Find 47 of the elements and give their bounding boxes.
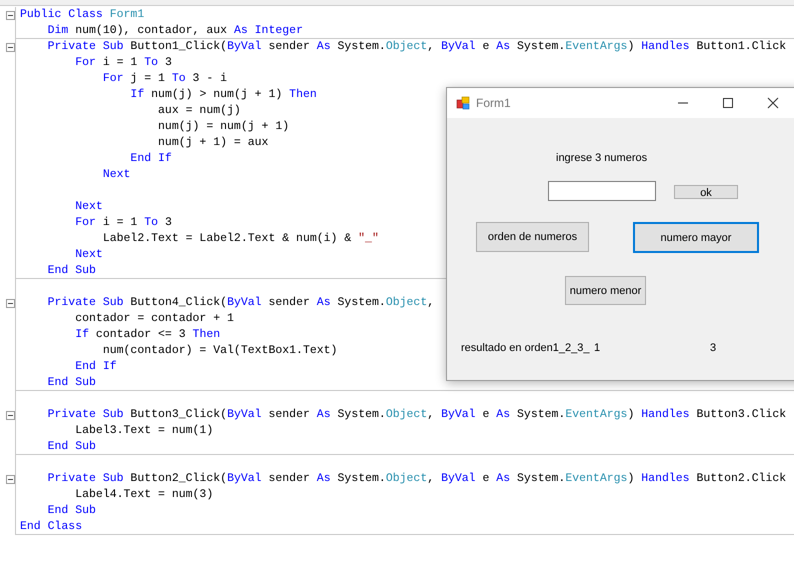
code-line: Public Class Form1 (19, 7, 144, 23)
code-line: Private Sub Button2_Click(ByVal sender As System.Object, ByVal e As System.EventArgs) Handles Button2.Click (46, 471, 786, 487)
code-line: End Sub (46, 439, 96, 455)
collapse-icon[interactable] (6, 411, 15, 420)
ok-button[interactable]: ok (674, 185, 738, 199)
form-button[interactable]: numero menor (565, 276, 646, 305)
code-line: num(j) = num(j + 1) (157, 119, 290, 135)
code-line: Label4.Text = num(3) (74, 487, 214, 503)
close-icon[interactable] (767, 97, 779, 109)
prompt-label: ingrese 3 numeros (556, 152, 648, 164)
collapse-icon[interactable] (6, 475, 15, 484)
code-line: For j = 1 To 3 - i (102, 71, 228, 87)
code-line: num(j + 1) = aux (157, 135, 268, 151)
code-line: num(contador) = Val(TextBox1.Text) (102, 343, 338, 359)
code-line: Dim num(10), contador, aux As Integer (46, 23, 303, 39)
collapse-icon[interactable] (6, 43, 15, 52)
code-line: End Sub (46, 375, 96, 391)
code-line: Next (74, 199, 103, 215)
code-line: Private Sub Button4_Click(ByVal sender As System.Object, (46, 295, 434, 311)
code-line: End If (74, 359, 117, 375)
code-line: Next (102, 167, 130, 183)
maximize-icon[interactable] (722, 97, 734, 109)
max-value-label: 3 (710, 342, 716, 354)
code-line: End Sub (46, 263, 96, 279)
code-line: End If (129, 151, 172, 167)
code-line: If num(j) > num(j + 1) Then (129, 87, 317, 103)
code-line: aux = num(j) (157, 103, 241, 119)
app-icon (456, 96, 470, 110)
code-line: For i = 1 To 3 (74, 55, 172, 71)
code-line: Private Sub Button1_Click(ByVal sender As System.Object, ByVal e As System.EventArgs) Handles Button1.Click (46, 39, 786, 55)
min-value-label: 1 (594, 342, 600, 354)
collapse-icon[interactable] (6, 11, 15, 20)
code-line: If contador <= 3 Then (74, 327, 220, 343)
code-line: Label3.Text = num(1) (74, 423, 214, 439)
code-line: contador = contador + 1 (74, 311, 234, 327)
result-label: resultado en orden1_2_3_ (461, 342, 590, 354)
collapse-icon[interactable] (6, 299, 15, 308)
code-line: Next (74, 247, 103, 263)
code-line: Label2.Text = Label2.Text & num(i) & "_" (102, 231, 379, 247)
code-line: End Class (19, 519, 82, 535)
form-button[interactable]: numero mayor (633, 222, 759, 253)
input-field[interactable] (548, 181, 656, 201)
form-button[interactable]: orden de numeros (476, 222, 589, 252)
code-line: End Sub (46, 503, 96, 519)
code-line: For i = 1 To 3 (74, 215, 172, 231)
window-title: Form1 (476, 96, 511, 110)
code-line: Private Sub Button3_Click(ByVal sender As System.Object, ByVal e As System.EventArgs) Handles Button3.Click (46, 407, 786, 423)
